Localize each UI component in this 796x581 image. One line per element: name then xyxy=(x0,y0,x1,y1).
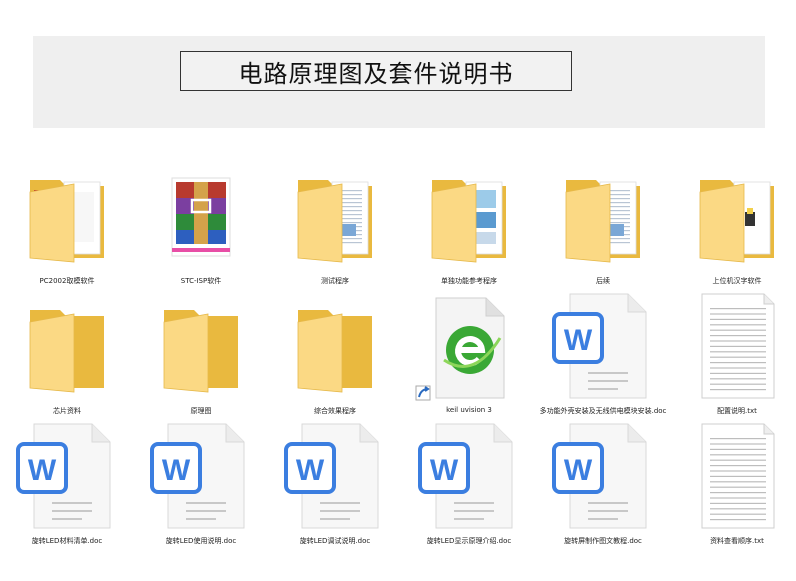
svg-text:W: W xyxy=(162,454,191,487)
file-label: 上位机汉字软件 xyxy=(712,277,762,285)
folder-icon xyxy=(280,292,390,402)
file-label: 综合效果程序 xyxy=(314,407,356,415)
file-item[interactable]: 单独功能参考程序 xyxy=(404,162,534,302)
keil-shortcut-icon xyxy=(414,292,524,402)
folder-document-icon xyxy=(548,162,658,272)
file-label: STC-ISP软件 xyxy=(180,277,222,285)
file-item[interactable]: 芯片资料 xyxy=(2,292,132,432)
text-file-icon xyxy=(682,422,792,532)
file-item[interactable]: W 旋转屏制作图文教程.doc xyxy=(538,422,668,562)
file-label: 测试程序 xyxy=(321,277,349,285)
file-label: 旋转屏制作图文教程.doc xyxy=(564,537,642,545)
file-item[interactable]: 资料查看顺序.txt xyxy=(672,422,796,562)
winrar-archive-icon xyxy=(146,162,256,272)
file-item[interactable]: 配置说明.txt xyxy=(672,292,796,432)
word-doc-icon: W xyxy=(414,422,524,532)
file-item[interactable]: STC-ISP软件 xyxy=(136,162,266,302)
file-item[interactable]: 原理图 xyxy=(136,292,266,432)
file-item[interactable]: 综合效果程序 xyxy=(270,292,400,432)
svg-text:W: W xyxy=(28,454,57,487)
file-item[interactable]: W 旋转LED显示原理介绍.doc xyxy=(404,422,534,562)
folder-icon xyxy=(12,292,122,402)
word-doc-icon: W xyxy=(12,422,122,532)
file-label: 配置说明.txt xyxy=(717,407,757,415)
file-label: PC2002取模软件 xyxy=(39,277,95,285)
file-label: 多功能外壳安装及无线供电模块安装.doc xyxy=(539,407,667,415)
folder-icon xyxy=(146,292,256,402)
folder-image-icon xyxy=(414,162,524,272)
file-label: 资料查看顺序.txt xyxy=(710,537,764,545)
folder-winrar-icon xyxy=(12,162,122,272)
svg-text:W: W xyxy=(564,454,593,487)
folder-document-icon xyxy=(280,162,390,272)
file-item[interactable]: W 旋转LED使用说明.doc xyxy=(136,422,266,562)
file-label: 旋转LED显示原理介绍.doc xyxy=(426,537,512,545)
file-item[interactable]: keil uvision 3 xyxy=(404,292,534,432)
word-doc-icon: W xyxy=(146,422,256,532)
text-file-icon xyxy=(682,292,792,402)
file-item[interactable]: 后续 xyxy=(538,162,668,302)
file-label: keil uvision 3 xyxy=(446,406,492,414)
file-label: 旋转LED调试说明.doc xyxy=(299,537,371,545)
word-doc-icon: W xyxy=(280,422,390,532)
word-doc-icon: W xyxy=(548,292,658,402)
svg-text:W: W xyxy=(564,324,593,357)
file-item[interactable]: W 多功能外壳安装及无线供电模块安装.doc xyxy=(538,292,668,432)
file-label: 单独功能参考程序 xyxy=(441,277,497,285)
file-grid: PC2002取模软件 STC-ISP软件 测试程序 单独功能参考程序 后续 上位机汉字软件… xyxy=(0,0,796,581)
file-item[interactable]: 测试程序 xyxy=(270,162,400,302)
file-item[interactable]: 上位机汉字软件 xyxy=(672,162,796,302)
folder-app-icon xyxy=(682,162,792,272)
file-label: 芯片资料 xyxy=(53,407,81,415)
file-item[interactable]: PC2002取模软件 xyxy=(2,162,132,302)
file-item[interactable]: W 旋转LED材料清单.doc xyxy=(2,422,132,562)
file-label: 旋转LED使用说明.doc xyxy=(165,537,237,545)
file-item[interactable]: W 旋转LED调试说明.doc xyxy=(270,422,400,562)
file-label: 后续 xyxy=(596,277,610,285)
file-label: 旋转LED材料清单.doc xyxy=(31,537,103,545)
svg-text:W: W xyxy=(430,454,459,487)
file-label: 原理图 xyxy=(190,407,212,415)
word-doc-icon: W xyxy=(548,422,658,532)
svg-text:W: W xyxy=(296,454,325,487)
